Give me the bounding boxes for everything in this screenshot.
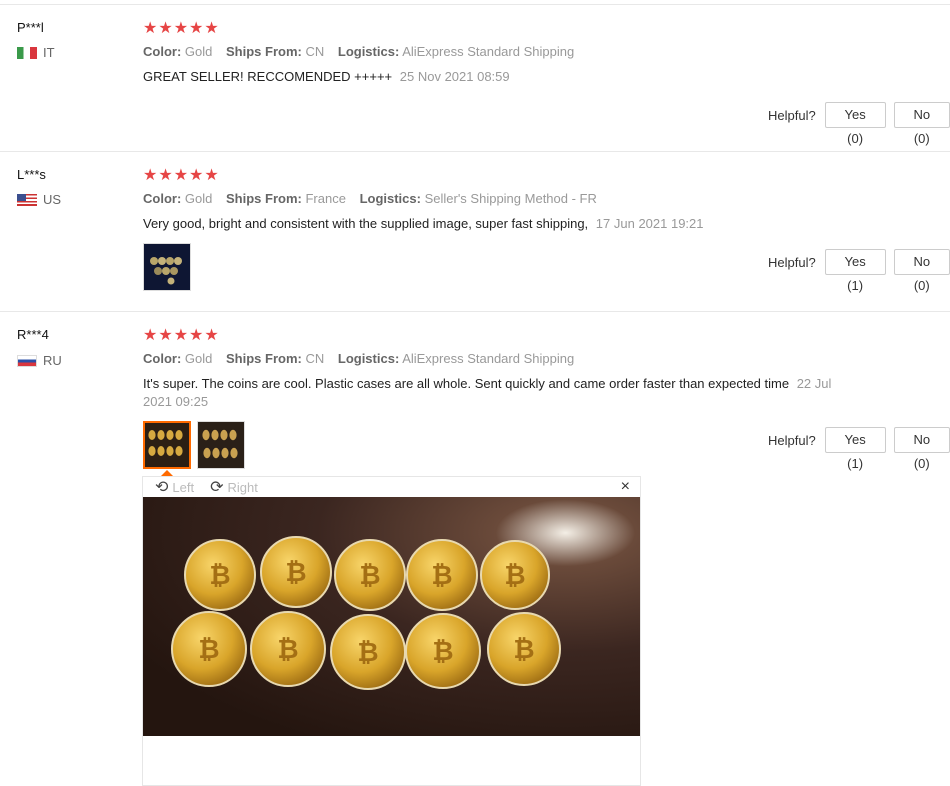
svg-text:₿: ₿	[432, 637, 453, 667]
rotate-left-icon: ⟲	[155, 479, 169, 496]
svg-text:₿: ₿	[431, 561, 452, 591]
country-code: IT	[43, 45, 55, 60]
rotate-left-label: Left	[172, 479, 195, 495]
helpful-label: Helpful?	[768, 107, 816, 123]
helpful-yes-button[interactable]: Yes (0)	[824, 102, 886, 146]
review-text: GREAT SELLER! RECCOMENDED +++++ 25 Nov 2…	[143, 69, 510, 84]
helpful-no-button[interactable]: No (0)	[893, 249, 950, 293]
reviewer-name: P***l	[17, 20, 44, 35]
review-text: Very good, bright and consistent with th…	[143, 216, 704, 231]
russia-flag-icon	[17, 354, 37, 367]
review-photo-thumbnail[interactable]	[143, 243, 191, 291]
close-icon[interactable]: ×	[621, 478, 630, 496]
country-code: US	[43, 192, 62, 207]
review-date: 17 Jun 2021 19:21	[595, 216, 704, 231]
review-photo-thumbnail[interactable]	[197, 421, 245, 469]
review-meta: Color: Gold Ships From: CN Logistics: Al…	[143, 351, 575, 366]
review-text: It's super. The coins are cool. Plastic …	[143, 376, 832, 409]
svg-text:₿: ₿	[209, 561, 230, 591]
review-meta: Color: Gold Ships From: France Logistics…	[143, 191, 597, 206]
helpful-label: Helpful?	[768, 432, 816, 448]
helpful-yes-button[interactable]: Yes (1)	[824, 427, 886, 471]
country-code: RU	[43, 353, 62, 368]
star-rating: ★★★★★	[143, 327, 220, 344]
svg-text:₿: ₿	[513, 635, 534, 665]
svg-text:₿: ₿	[285, 558, 306, 588]
photo-viewer-toolbar: ⟲ Left ⟳ Right ×	[143, 477, 640, 497]
helpful-no-button[interactable]: No (0)	[893, 427, 950, 471]
review-photo-large: ₿ ₿ ₿ ₿ ₿ ₿ ₿ ₿ ₿ ₿	[143, 497, 640, 736]
svg-text:₿: ₿	[359, 561, 380, 591]
rotate-right-button[interactable]: ⟳ Right	[210, 477, 258, 497]
rotate-left-button[interactable]: ⟲ Left	[155, 477, 194, 497]
review-meta: Color: Gold Ships From: CN Logistics: Al…	[143, 44, 575, 59]
svg-text:₿: ₿	[198, 635, 219, 665]
reviewer-country: IT	[17, 45, 55, 60]
helpful-vote: Helpful? Yes (1) No (0)	[768, 427, 950, 471]
usa-flag-icon	[17, 193, 37, 206]
italy-flag-icon	[17, 46, 37, 59]
review-date: 25 Nov 2021 08:59	[399, 69, 510, 84]
reviewer-name: R***4	[17, 327, 49, 342]
svg-text:₿: ₿	[357, 638, 378, 668]
coins-photo-icon	[144, 244, 190, 290]
coins-photo-icon	[145, 423, 189, 467]
star-rating: ★★★★★	[143, 167, 220, 184]
reviewer-name: L***s	[17, 167, 46, 182]
rotate-right-label: Right	[227, 479, 258, 495]
helpful-vote: Helpful? Yes (0) No (0)	[768, 102, 950, 146]
reviewer-country: RU	[17, 353, 62, 368]
reviewer-country: US	[17, 192, 61, 207]
svg-text:₿: ₿	[504, 561, 525, 591]
svg-text:₿: ₿	[277, 635, 298, 665]
helpful-label: Helpful?	[768, 254, 816, 270]
helpful-yes-button[interactable]: Yes (1)	[824, 249, 886, 293]
coins-photo-icon	[198, 422, 244, 468]
star-rating: ★★★★★	[143, 20, 220, 37]
photo-viewer: ⟲ Left ⟳ Right × ₿ ₿ ₿ ₿ ₿ ₿ ₿ ₿ ₿ ₿	[142, 476, 641, 786]
helpful-no-button[interactable]: No (0)	[893, 102, 950, 146]
rotate-right-icon: ⟳	[210, 479, 224, 496]
helpful-vote: Helpful? Yes (1) No (0)	[768, 249, 950, 293]
review-photo-thumbnail-selected[interactable]	[143, 421, 191, 469]
